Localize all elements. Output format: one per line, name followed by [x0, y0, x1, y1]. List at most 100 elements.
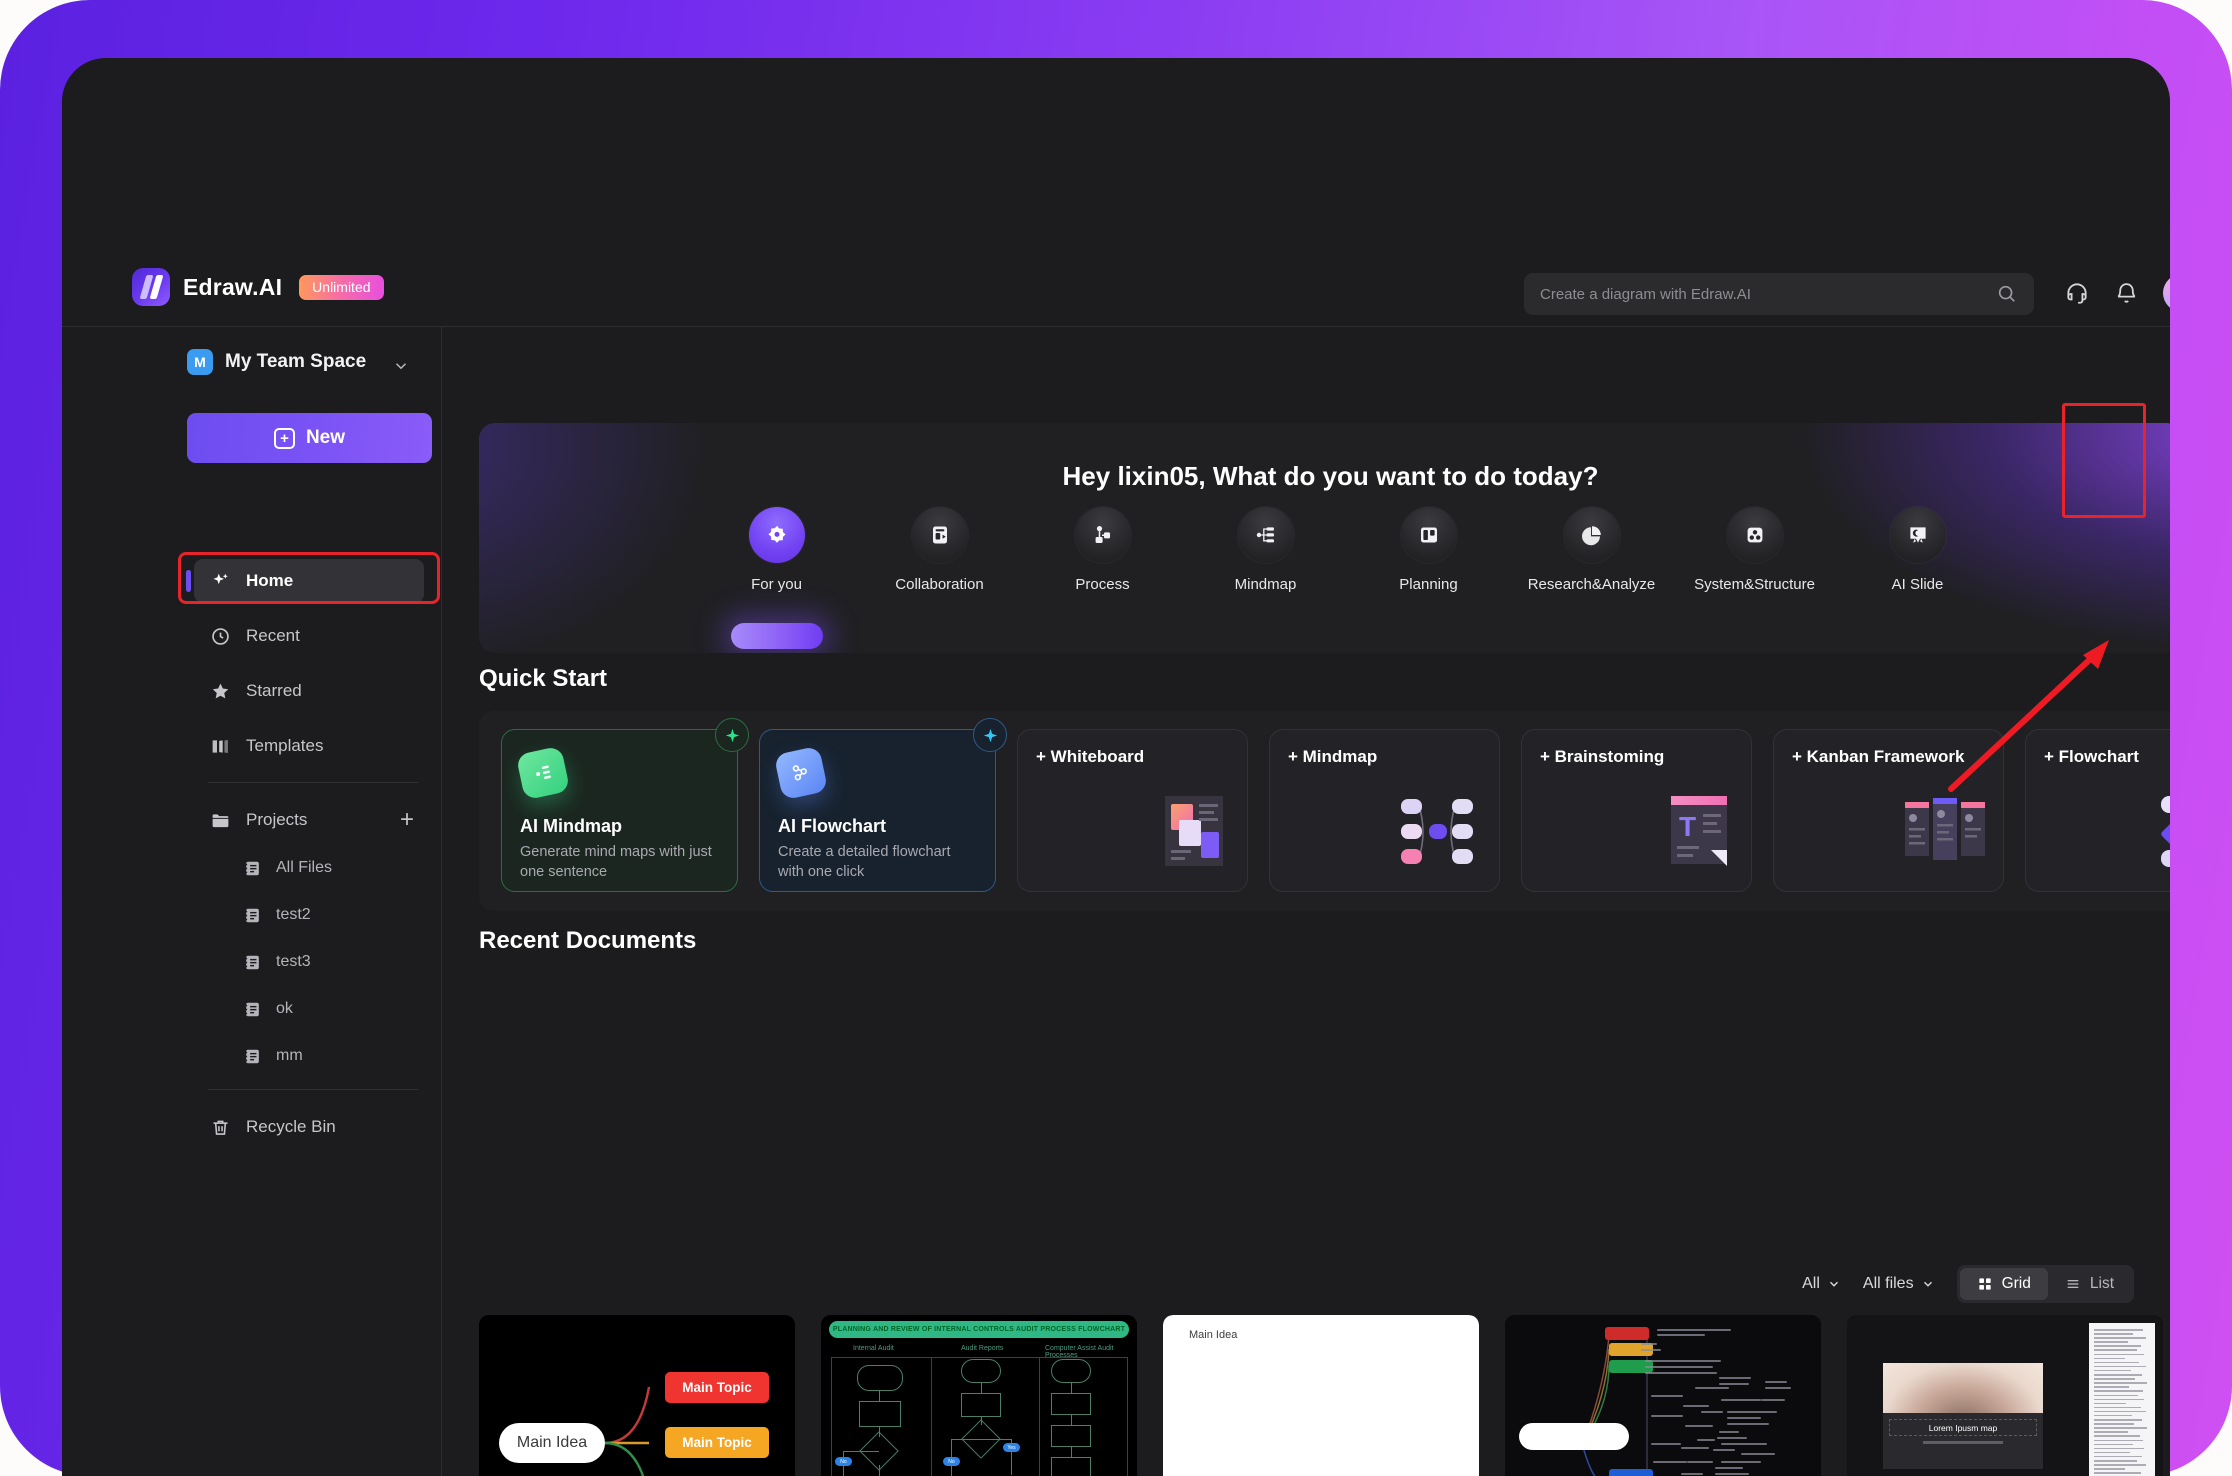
brand-name: Edraw.AI	[183, 273, 283, 300]
category-research-analyze[interactable]: Research&Analyze	[1510, 507, 1673, 593]
brainstorm-thumb-icon: T	[1663, 790, 1735, 875]
chevron-down-icon	[1829, 1281, 1838, 1287]
file-list-icon	[244, 861, 259, 875]
sidebar-item-templates[interactable]: Templates	[194, 724, 424, 768]
chevron-down-icon[interactable]	[392, 357, 410, 375]
document-card[interactable]: PLANNING AND REVIEW OF INTERNAL CONTROLS…	[821, 1315, 1137, 1476]
category-system-structure[interactable]: System&Structure	[1673, 507, 1836, 593]
category-for-you[interactable]: For you	[695, 507, 858, 593]
blank-white-thumb: Main Idea	[1163, 1315, 1479, 1476]
sidebar-item-recycle-bin[interactable]: Recycle Bin	[194, 1107, 424, 1147]
new-button-label: New	[305, 427, 346, 448]
team-space-selector[interactable]: M My Team Space	[187, 349, 387, 375]
category-process[interactable]: Process	[1021, 507, 1184, 593]
search-placeholder: Create a diagram with Edraw.AI	[1540, 285, 1751, 303]
header-icons	[2064, 274, 2170, 312]
category-label: System&Structure	[1694, 576, 1815, 593]
category-label: Research&Analyze	[1527, 576, 1656, 593]
search-input[interactable]: Create a diagram with Edraw.AI	[1524, 273, 2034, 315]
mindmap-icon	[1237, 507, 1294, 563]
new-button[interactable]: + New	[187, 413, 432, 463]
document-card[interactable]: Lorem Ipusm map	[1847, 1315, 2163, 1476]
category-label: Process	[1075, 576, 1130, 593]
plus-icon[interactable]: +	[400, 808, 414, 832]
recent-documents-grid: Main Idea Main Topic Main Topic Main Top…	[479, 1315, 2163, 1476]
file-list-icon	[244, 955, 259, 969]
sidebar-item-starred[interactable]: Starred	[194, 669, 424, 713]
sidebar-project-all-files[interactable]: All Files	[227, 848, 427, 888]
ai-slide-icon	[1889, 507, 1946, 563]
file-list-icon	[244, 1002, 259, 1016]
sparkle-icon	[213, 573, 228, 584]
flowchart-title: PLANNING AND REVIEW OF INTERNAL CONTROLS…	[829, 1321, 1129, 1338]
card-title: + Brainstoming	[1540, 747, 1665, 766]
recent-documents-controls: All All files Grid List	[1802, 1265, 2134, 1303]
view-mode-grid-label: Grid	[2001, 1275, 2031, 1292]
category-planning[interactable]: Planning	[1347, 507, 1510, 593]
mindmap-center-node	[1519, 1423, 1629, 1450]
file-list-icon	[244, 908, 259, 922]
view-mode-list-label: List	[2089, 1275, 2114, 1292]
category-collaboration[interactable]: Collaboration	[858, 507, 1021, 593]
mindmap-topic-node: Main Topic	[665, 1427, 769, 1458]
quick-start-card-whiteboard[interactable]: + Whiteboard	[1017, 729, 1248, 892]
bell-icon[interactable]	[2114, 281, 2139, 306]
quick-start-card-mindmap[interactable]: + Mindmap	[1269, 729, 1500, 892]
category-mindmap[interactable]: Mindmap	[1184, 507, 1347, 593]
document-card[interactable]: https__www.edrawmind.com_-Cove...	[1505, 1315, 1821, 1476]
app-header: Edraw.AI Unlimited Create a diagram with…	[62, 264, 2170, 326]
suggested-prompt-pill-partial[interactable]	[731, 623, 823, 649]
card-desc: Generate mind maps with just one sentenc…	[520, 844, 712, 880]
sidebar-project-test3[interactable]: test3	[227, 942, 427, 982]
sidebar-project-test2[interactable]: test2	[227, 895, 427, 935]
filter-type-dropdown[interactable]: All files	[1863, 1275, 1935, 1293]
slide-preview: Lorem Ipusm map	[1883, 1363, 2043, 1469]
team-name: My Team Space	[225, 351, 367, 372]
brand: Edraw.AI Unlimited	[132, 268, 384, 306]
folder-icon	[212, 813, 229, 827]
org-structure-icon	[1726, 507, 1783, 563]
sidebar-item-home[interactable]: Home	[186, 559, 424, 603]
filter-time-value: All	[1802, 1275, 1820, 1292]
document-card[interactable]: Main Idea Main Topic Main Topic Main Top…	[479, 1315, 795, 1476]
filter-time-dropdown[interactable]: All	[1802, 1275, 1841, 1293]
project-label: test3	[276, 953, 311, 970]
flowchart-branch-label: No	[943, 1457, 960, 1466]
headset-support-icon[interactable]	[2064, 280, 2090, 306]
sidebar-project-ok[interactable]: ok	[227, 989, 427, 1029]
search-icon[interactable]	[1996, 283, 2018, 305]
svg-text:T: T	[1679, 811, 1696, 842]
view-mode-list[interactable]: List	[2048, 1268, 2131, 1300]
sparkle-icon	[973, 718, 1007, 752]
whiteboard-label: Main Idea	[1189, 1329, 1238, 1341]
flowchart-branch-label: Yes	[1003, 1443, 1020, 1452]
mindmap-topic-node: Main Topic	[665, 1372, 769, 1403]
card-desc: Create a detailed flowchart with one cli…	[778, 844, 951, 880]
sidebar-item-label: Recent	[246, 626, 300, 645]
category-label: For you	[751, 576, 802, 593]
sidebar-item-recent[interactable]: Recent	[194, 614, 424, 658]
card-title: + Kanban Framework	[1792, 747, 1965, 766]
quick-start-card-flowchart[interactable]: + Flowchart	[2025, 729, 2170, 892]
avatar[interactable]	[2163, 274, 2170, 312]
document-card[interactable]: Main Idea Untitled file534	[1163, 1315, 1479, 1476]
view-mode-grid[interactable]: Grid	[1959, 1268, 2048, 1300]
sidebar-section-projects[interactable]: Projects	[194, 800, 424, 840]
quick-start-ai-flowchart[interactable]: AI Flowchart Create a detailed flowchart…	[759, 718, 1007, 892]
project-label: mm	[276, 1047, 303, 1064]
flowchart-branch-label: No	[835, 1457, 852, 1466]
project-label: All Files	[276, 859, 333, 876]
card-title: + Flowchart	[2044, 747, 2139, 766]
trash-icon	[213, 1120, 228, 1135]
quick-start-card-kanban-framework[interactable]: + Kanban Framework	[1773, 729, 2004, 892]
kanban-thumb-icon	[1903, 794, 1987, 875]
quick-start-card-brainstoming[interactable]: + Brainstoming T	[1521, 729, 1752, 892]
app-window: Edraw.AI Unlimited Create a diagram with…	[62, 58, 2170, 1476]
quick-start-ai-mindmap[interactable]: AI Mindmap Generate mind maps with just …	[501, 718, 749, 892]
flowchart-thumb: PLANNING AND REVIEW OF INTERNAL CONTROLS…	[821, 1315, 1137, 1476]
card-title: AI Mindmap	[520, 816, 622, 836]
sidebar-project-mm[interactable]: mm	[227, 1036, 427, 1076]
category-ai-slide[interactable]: AI Slide	[1836, 507, 1999, 593]
plan-badge: Unlimited	[299, 274, 384, 300]
mindmap-thumb-icon	[1391, 794, 1483, 875]
